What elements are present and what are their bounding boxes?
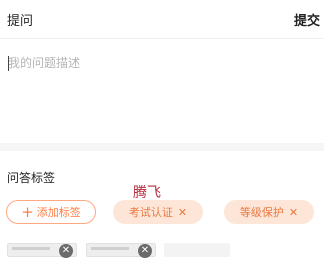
- tags-section-label: 问答标签: [7, 171, 56, 185]
- tag-chip[interactable]: 考试认证 ✕: [113, 200, 203, 224]
- tag-chip[interactable]: 等级保护 ✕: [224, 200, 314, 224]
- plus-icon: +: [21, 202, 34, 221]
- add-tag-label: 添加标签: [36, 206, 81, 219]
- section-divider: [0, 143, 324, 151]
- thumbnail-content: [12, 247, 50, 250]
- add-tag-button[interactable]: + 添加标签: [6, 200, 96, 224]
- close-icon[interactable]: ✕: [289, 207, 298, 218]
- text-caret: [8, 56, 9, 71]
- close-icon[interactable]: ✕: [178, 207, 187, 218]
- overlay-text: 腾飞: [133, 185, 161, 201]
- question-description-input[interactable]: [0, 38, 324, 143]
- close-icon[interactable]: ✕: [59, 244, 73, 258]
- close-icon[interactable]: ✕: [138, 244, 152, 258]
- tag-label: 等级保护: [239, 206, 284, 219]
- tag-label: 考试认证: [128, 206, 173, 219]
- page-title: 提问: [7, 14, 34, 29]
- header-bar: 提问 提交: [0, 0, 324, 39]
- thumbnail-content: [91, 247, 129, 250]
- submit-button[interactable]: 提交: [294, 10, 320, 29]
